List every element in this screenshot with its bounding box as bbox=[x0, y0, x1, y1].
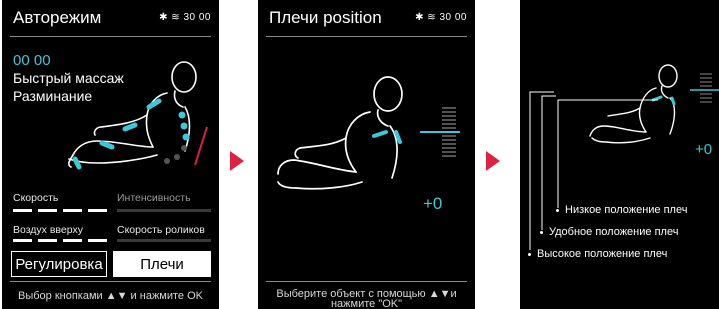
legend-low-shoulders: Низкое положение плеч bbox=[556, 204, 687, 216]
auto-mode-screen: Авторежим ✱ ≋ 30 00 00 00 Быстрый массаж… bbox=[2, 0, 219, 309]
heat-icon: ≋ bbox=[171, 12, 181, 23]
screen-title: Авторежим bbox=[13, 8, 102, 27]
air-level[interactable] bbox=[13, 239, 107, 242]
legend-comfort-shoulders: Удобное положение плеч bbox=[540, 226, 678, 238]
top-bar: Плечи position ✱ ≋ 30 00 bbox=[258, 0, 475, 36]
divider bbox=[10, 281, 211, 282]
divider bbox=[10, 36, 211, 37]
divider bbox=[266, 36, 467, 37]
shoulder-positions-legend-screen: +0 Низкое положение плеч Удобное положен… bbox=[520, 0, 719, 309]
bluetooth-icon: ✱ bbox=[159, 12, 169, 23]
intensity-label: Интенсивность bbox=[117, 192, 191, 204]
position-offset: +0 bbox=[695, 141, 713, 158]
roller-speed-level[interactable] bbox=[117, 239, 211, 242]
hint-text: Выбор кнопками ▲▼ и нажмите OK bbox=[17, 290, 203, 302]
legend-high-shoulders: Высокое положение плеч bbox=[528, 248, 667, 260]
bluetooth-icon: ✱ bbox=[415, 12, 425, 23]
next-step-arrow-icon bbox=[230, 151, 244, 171]
intensity-level[interactable] bbox=[117, 209, 211, 212]
shoulder-position-screen: Плечи position ✱ ≋ 30 00 +0 Выберите объ… bbox=[258, 0, 475, 309]
speed-level[interactable] bbox=[13, 209, 107, 212]
status-area: ✱ ≋ 30 00 bbox=[415, 12, 467, 23]
time-remaining: 30 00 bbox=[439, 12, 467, 23]
heat-icon: ≋ bbox=[427, 12, 437, 23]
next-step-arrow-icon bbox=[486, 151, 500, 171]
divider bbox=[266, 281, 467, 282]
massage-body-figure bbox=[68, 61, 208, 170]
position-offset: +0 bbox=[423, 194, 443, 213]
status-area: ✱ ≋ 30 00 bbox=[159, 12, 211, 23]
timer: 00 00 bbox=[13, 52, 51, 69]
hint-text-line-2: нажмите "OK" bbox=[330, 298, 403, 309]
top-bar: Авторежим ✱ ≋ 30 00 bbox=[2, 0, 219, 36]
screen-title: Плечи position bbox=[269, 8, 382, 27]
speed-label: Скорость bbox=[13, 192, 59, 204]
shoulders-button[interactable]: Плечи bbox=[113, 251, 211, 277]
adjust-button[interactable]: Регулировка bbox=[11, 251, 107, 277]
time-remaining: 30 00 bbox=[183, 12, 211, 23]
roller-speed-label: Скорость роликов bbox=[117, 224, 205, 236]
air-label: Воздух вверху bbox=[13, 224, 83, 236]
seated-body-figure bbox=[277, 76, 460, 190]
